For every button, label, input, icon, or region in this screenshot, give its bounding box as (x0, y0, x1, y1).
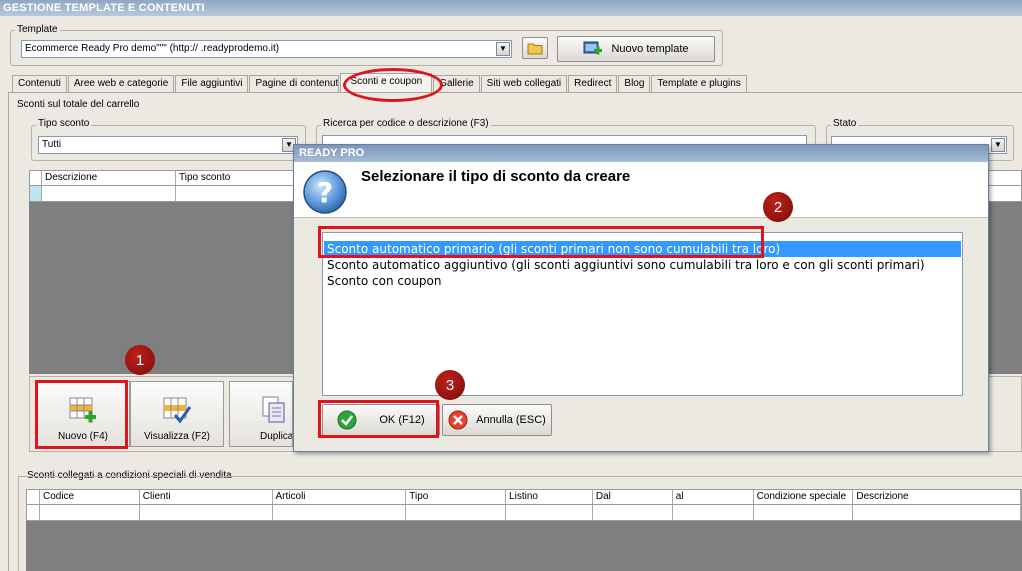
tab-file-aggiuntivi[interactable]: File aggiuntivi (175, 75, 249, 93)
template-group-label: Template (15, 24, 60, 35)
chevron-down-icon[interactable]: ▼ (496, 42, 510, 56)
cell (593, 505, 673, 520)
cancel-icon (448, 410, 468, 430)
duplicate-icon (262, 396, 285, 423)
duplica-label: Duplica (260, 431, 293, 442)
step-badge-3: 3 (435, 370, 465, 400)
linked-grid-header: Codice Clienti Articoli Tipo Listino Dal… (26, 489, 1022, 505)
open-folder-button[interactable] (522, 37, 548, 59)
cell (754, 505, 854, 520)
tipo-sconto-label: Tipo sconto (36, 118, 92, 129)
visualizza-label: Visualizza (F2) (144, 431, 210, 442)
step-badge-2: 2 (763, 192, 793, 222)
dialog-title: READY PRO (294, 145, 988, 162)
tab-siti-web[interactable]: Siti web collegati (480, 75, 568, 93)
new-template-icon (583, 41, 603, 55)
grid-corner (30, 171, 42, 185)
cart-discounts-label: Sconti sul totale del carrello (15, 99, 142, 110)
col-al[interactable]: al (673, 490, 754, 504)
col-codice[interactable]: Codice (40, 490, 140, 504)
window-title: GESTIONE TEMPLATE E CONTENUTI (0, 0, 1022, 16)
col-clienti[interactable]: Clienti (140, 490, 273, 504)
tipo-sconto-select[interactable]: Tutti ▼ (38, 136, 298, 154)
option-coupon[interactable]: Sconto con coupon (324, 273, 961, 289)
dialog-header: ? Selezionare il tipo di sconto da crear… (294, 162, 988, 218)
svg-text:?: ? (317, 176, 333, 209)
cell (506, 505, 593, 520)
cell (176, 186, 306, 201)
template-select[interactable]: Ecommerce Ready Pro demo""" (http:// .re… (21, 40, 512, 58)
cell (42, 186, 176, 201)
col-descrizione[interactable]: Descrizione (42, 171, 176, 185)
grid-corner (27, 490, 40, 504)
col-condizione-speciale[interactable]: Condizione speciale (754, 490, 854, 504)
tab-highlight-ellipse (343, 68, 443, 102)
linked-grid-row[interactable] (26, 505, 1022, 521)
step-badge-1: 1 (125, 345, 155, 375)
cell (140, 505, 273, 520)
tab-contenuti[interactable]: Contenuti (12, 75, 67, 93)
new-template-label: Nuovo template (611, 43, 689, 55)
col-dal[interactable]: Dal (593, 490, 673, 504)
row-indicator (30, 186, 42, 201)
highlight-ok-button (318, 400, 439, 438)
new-template-button[interactable]: Nuovo template (557, 36, 715, 62)
cell (853, 505, 1022, 520)
col-tipo-sconto[interactable]: Tipo sconto (176, 171, 306, 185)
col-descrizione[interactable]: Descrizione (853, 490, 1022, 504)
search-label: Ricerca per codice o descrizione (F3) (321, 118, 491, 129)
col-articoli[interactable]: Articoli (273, 490, 407, 504)
cell (673, 505, 754, 520)
view-grid-icon (163, 397, 192, 424)
cancel-button[interactable]: Annulla (ESC) (442, 404, 552, 436)
col-tipo[interactable]: Tipo (406, 490, 507, 504)
tab-template-plugins[interactable]: Template e plugins (651, 75, 747, 93)
tab-aree-web[interactable]: Aree web e categorie (67, 75, 175, 93)
question-icon: ? (303, 170, 347, 214)
tab-blog[interactable]: Blog (618, 75, 651, 93)
cancel-label: Annulla (ESC) (476, 414, 546, 426)
highlight-primary-option (318, 226, 764, 258)
chevron-down-icon[interactable]: ▼ (991, 138, 1005, 152)
col-listino[interactable]: Listino (506, 490, 593, 504)
visualizza-button[interactable]: Visualizza (F2) (130, 381, 224, 447)
stato-label: Stato (831, 118, 859, 129)
duplica-button[interactable]: Duplica (229, 381, 293, 447)
tipo-sconto-value: Tutti (42, 139, 62, 150)
row-indicator (27, 505, 40, 520)
cell (406, 505, 507, 520)
folder-icon (527, 43, 543, 55)
cell (273, 505, 407, 520)
tab-pagine-contenuti[interactable]: Pagine di contenuti (249, 75, 340, 93)
dialog-heading: Selezionare il tipo di sconto da creare (361, 168, 631, 185)
option-aggiuntivo[interactable]: Sconto automatico aggiuntivo (gli sconti… (324, 257, 961, 273)
template-select-value: Ecommerce Ready Pro demo""" (http:// .re… (25, 43, 280, 54)
highlight-nuovo-button (35, 380, 128, 449)
cell (40, 505, 140, 520)
tab-redirect[interactable]: Redirect (568, 75, 618, 93)
